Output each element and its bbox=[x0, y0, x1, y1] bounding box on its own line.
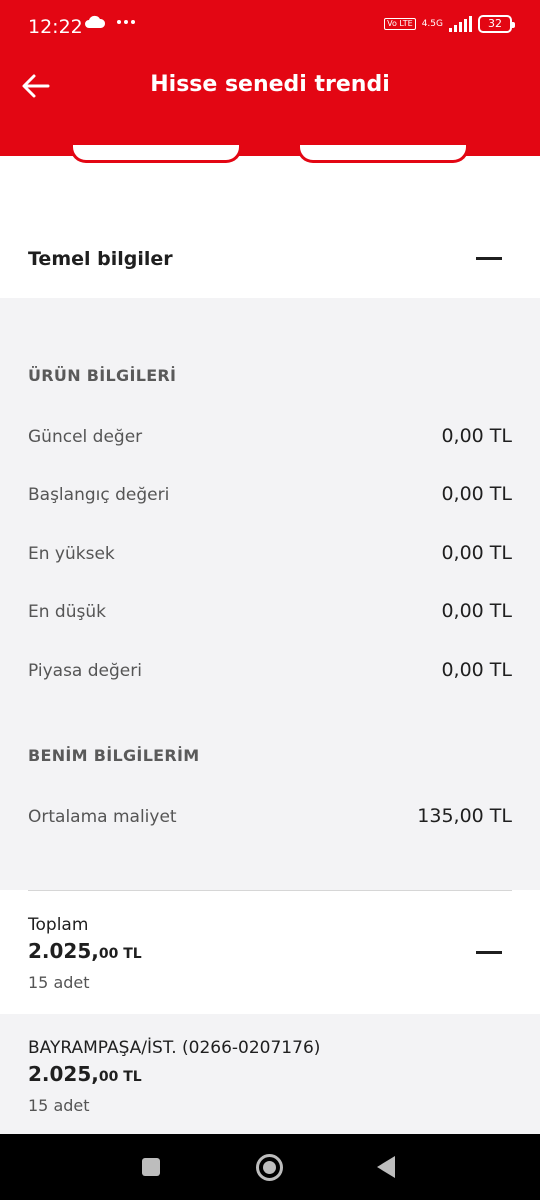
total-card[interactable]: Toplam 2.025,00 TL 15 adet bbox=[0, 891, 540, 1014]
info-value: 0,00 TL bbox=[441, 600, 512, 622]
collapse-icon[interactable] bbox=[476, 951, 502, 954]
battery-level: 32 bbox=[488, 17, 502, 30]
info-row-market-value: Piyasa değeri 0,00 TL bbox=[28, 659, 512, 687]
branch-title: BAYRAMPAŞA/İST. (0266-0207176) bbox=[28, 1038, 321, 1058]
top-action-button-left[interactable] bbox=[70, 145, 242, 163]
battery-icon: 32 bbox=[478, 15, 515, 33]
my-info-group-label: BENİM BİLGİLERİM bbox=[28, 746, 200, 765]
branch-amount: 2.025,00 TL bbox=[28, 1062, 142, 1086]
total-title: Toplam bbox=[28, 915, 89, 935]
section-title: Temel bilgiler bbox=[28, 248, 173, 270]
info-label: En düşük bbox=[28, 602, 106, 622]
info-row-lowest: En düşük 0,00 TL bbox=[28, 600, 512, 628]
network-type: 4.5G bbox=[421, 18, 443, 29]
product-info-group-label: ÜRÜN BİLGİLERİ bbox=[28, 366, 177, 385]
system-nav-bar bbox=[0, 1134, 540, 1200]
total-amount-main: 2.025, bbox=[28, 939, 99, 963]
branch-amount-fraction: 00 TL bbox=[98, 1069, 142, 1085]
branch-quantity: 15 adet bbox=[28, 1096, 90, 1115]
status-time: 12:22 bbox=[28, 16, 83, 38]
info-label: Başlangıç değeri bbox=[28, 485, 170, 505]
info-label: En yüksek bbox=[28, 544, 115, 564]
volte-badge: Vo LTE bbox=[384, 18, 416, 30]
app-header: Hisse senedi trendi bbox=[0, 56, 540, 156]
total-amount-fraction: 00 TL bbox=[98, 946, 142, 962]
branch-amount-main: 2.025, bbox=[28, 1062, 99, 1086]
info-value: 0,00 TL bbox=[441, 659, 512, 681]
basic-info-section-header[interactable]: Temel bilgiler bbox=[0, 220, 540, 298]
page-title: Hisse senedi trendi bbox=[150, 72, 390, 97]
info-label: Ortalama maliyet bbox=[28, 807, 177, 827]
info-row-highest: En yüksek 0,00 TL bbox=[28, 542, 512, 570]
info-label: Güncel değer bbox=[28, 427, 143, 447]
more-notifications-icon bbox=[117, 20, 135, 24]
info-value: 0,00 TL bbox=[441, 542, 512, 564]
collapse-icon[interactable] bbox=[476, 257, 502, 260]
status-notification-icons bbox=[84, 14, 136, 30]
cloud-app-icon bbox=[85, 15, 106, 28]
info-row-average-cost: Ortalama maliyet 135,00 TL bbox=[28, 805, 512, 833]
info-value: 0,00 TL bbox=[441, 483, 512, 505]
branch-card[interactable]: BAYRAMPAŞA/İST. (0266-0207176) 2.025,00 … bbox=[0, 1014, 540, 1134]
home-icon[interactable] bbox=[256, 1154, 283, 1181]
info-label: Piyasa değeri bbox=[28, 661, 142, 681]
info-value: 135,00 TL bbox=[417, 805, 512, 827]
system-back-icon[interactable] bbox=[377, 1156, 395, 1178]
signal-icon bbox=[449, 16, 472, 32]
status-indicators: Vo LTE 4.5G 32 bbox=[384, 15, 515, 33]
top-action-button-right[interactable] bbox=[297, 145, 469, 163]
total-quantity: 15 adet bbox=[28, 973, 90, 992]
info-row-current-value: Güncel değer 0,00 TL bbox=[28, 425, 512, 453]
info-panel: ÜRÜN BİLGİLERİ Güncel değer 0,00 TL Başl… bbox=[0, 298, 540, 890]
info-value: 0,00 TL bbox=[441, 425, 512, 447]
recent-apps-icon[interactable] bbox=[142, 1158, 160, 1176]
info-row-initial-value: Başlangıç değeri 0,00 TL bbox=[28, 483, 512, 511]
status-bar: 12:22 Vo LTE 4.5G 32 bbox=[0, 0, 540, 56]
total-amount: 2.025,00 TL bbox=[28, 939, 142, 963]
